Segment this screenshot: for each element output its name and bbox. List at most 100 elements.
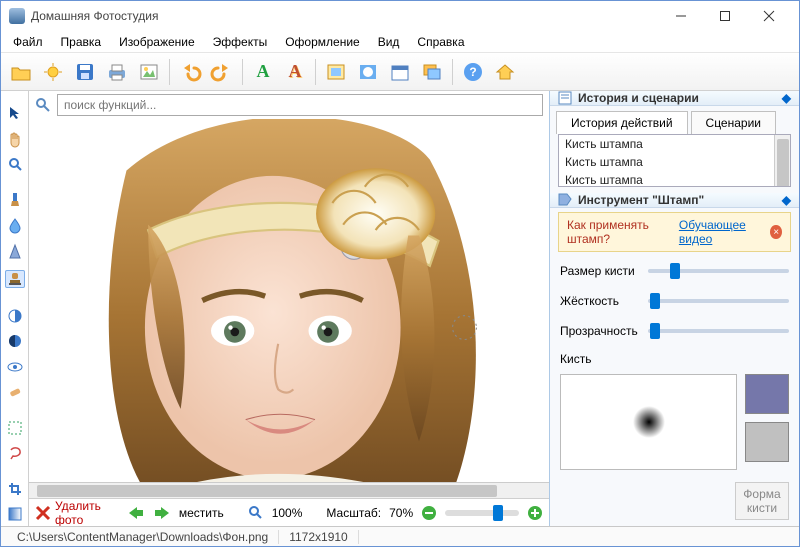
close-button[interactable]	[747, 2, 791, 30]
tool-crop[interactable]	[5, 481, 25, 497]
menu-edit[interactable]: Правка	[53, 33, 110, 51]
mask-button[interactable]	[354, 58, 382, 86]
redo-icon	[212, 62, 232, 82]
text-a-button[interactable]: A	[249, 58, 277, 86]
print-button[interactable]	[103, 58, 131, 86]
save-button[interactable]	[71, 58, 99, 86]
half-circle-icon	[8, 309, 22, 323]
printer-icon	[106, 62, 128, 82]
fit-button[interactable]	[248, 502, 264, 524]
history-list[interactable]: Кисть штампаКисть штампаКисть штампаКист…	[558, 134, 791, 187]
menu-effects[interactable]: Эффекты	[205, 33, 276, 51]
minimize-button[interactable]	[659, 2, 703, 30]
right-panel: История и сценарии ◆ История действий Сц…	[549, 91, 799, 526]
photo-button[interactable]	[135, 58, 163, 86]
tool-sharpen[interactable]	[5, 244, 25, 260]
tool-burn[interactable]	[5, 334, 25, 350]
search-input[interactable]	[57, 94, 543, 116]
tool-patch[interactable]	[5, 385, 25, 401]
history-title: История и сценарии	[578, 91, 699, 105]
calendar-icon	[390, 62, 410, 82]
brightness-button[interactable]	[39, 58, 67, 86]
hardness-label: Жёсткость	[560, 294, 640, 308]
menu-help[interactable]: Справка	[409, 33, 472, 51]
history-scrollbar[interactable]	[774, 135, 790, 186]
undo-button[interactable]	[176, 58, 204, 86]
opacity-slider[interactable]	[648, 329, 789, 333]
tool-select-rect[interactable]	[5, 420, 25, 436]
tool-brush[interactable]	[5, 192, 25, 208]
horizontal-scrollbar[interactable]	[29, 482, 549, 498]
menu-image[interactable]: Изображение	[111, 33, 203, 51]
menu-design[interactable]: Оформление	[277, 33, 367, 51]
size-slider[interactable]	[648, 269, 789, 273]
redo-button[interactable]	[208, 58, 236, 86]
status-dimensions: 1172x1910	[279, 530, 359, 544]
open-button[interactable]	[7, 58, 35, 86]
tool-select-free[interactable]	[5, 446, 25, 462]
help-button[interactable]: ?	[459, 58, 487, 86]
scroll-icon	[558, 91, 572, 105]
hint-close-button[interactable]: ×	[770, 225, 782, 239]
brush-dot-icon	[624, 397, 674, 447]
search-icon	[35, 97, 51, 113]
arrow-left-icon	[127, 506, 145, 520]
color-secondary[interactable]	[745, 422, 789, 462]
delete-photo-button[interactable]: Удалить фото	[35, 499, 101, 527]
tool-gradient[interactable]	[5, 507, 25, 523]
tool-eye[interactable]	[5, 359, 25, 375]
zoom-in-button[interactable]	[527, 502, 543, 524]
tool-dodge[interactable]	[5, 308, 25, 324]
tool-droplet[interactable]	[5, 218, 25, 234]
tool-hand[interactable]	[5, 131, 25, 147]
x-icon	[35, 505, 51, 521]
help-icon: ?	[463, 62, 483, 82]
sun-icon	[43, 62, 63, 82]
pin-button[interactable]: ◆	[782, 91, 791, 105]
picture-icon	[139, 62, 159, 82]
hardness-slider[interactable]	[648, 299, 789, 303]
separator	[169, 59, 170, 85]
styled-a-icon: A	[289, 61, 302, 82]
text-style-button[interactable]: A	[281, 58, 309, 86]
history-item[interactable]: Кисть штампа	[559, 135, 790, 153]
tool-pointer[interactable]	[5, 105, 25, 121]
collage-button[interactable]	[418, 58, 446, 86]
menu-file[interactable]: Файл	[5, 33, 51, 51]
canvas[interactable]	[29, 119, 549, 482]
photo-illustration	[29, 119, 549, 482]
stamp-icon	[8, 271, 22, 287]
brush-preview[interactable]	[560, 374, 737, 470]
hint-link[interactable]: Обучающее видео	[679, 218, 765, 246]
zoom-out-button[interactable]	[421, 502, 437, 524]
next-button[interactable]	[153, 502, 171, 524]
color-primary[interactable]	[745, 374, 789, 414]
tool-stamp[interactable]	[5, 270, 25, 288]
history-item[interactable]: Кисть штампа	[559, 153, 790, 171]
menu-view[interactable]: Вид	[370, 33, 408, 51]
eye-icon	[7, 361, 23, 373]
crop-icon	[8, 482, 22, 496]
home-button[interactable]	[491, 58, 519, 86]
pin-button-2[interactable]: ◆	[782, 193, 791, 207]
tab-scenarios[interactable]: Сценарии	[691, 111, 776, 134]
tool-zoom[interactable]	[5, 157, 25, 173]
minus-circle-icon	[421, 505, 437, 521]
floppy-icon	[75, 62, 95, 82]
frame-button[interactable]	[322, 58, 350, 86]
prev-button[interactable]	[127, 502, 145, 524]
history-panel-header: История и сценарии ◆	[550, 91, 799, 106]
svg-text:?: ?	[469, 65, 476, 79]
history-item[interactable]: Кисть штампа	[559, 171, 790, 187]
zoom-slider[interactable]	[445, 510, 519, 516]
search-row	[29, 91, 549, 119]
scale-value: 70%	[389, 506, 413, 520]
maximize-button[interactable]	[703, 2, 747, 30]
hint-bar: Как применять штамп? Обучающее видео ×	[558, 212, 791, 252]
droplet-icon	[8, 218, 22, 234]
calendar-button[interactable]	[386, 58, 414, 86]
brush-shape-button[interactable]: Форма кисти	[735, 482, 789, 520]
dark-circle-icon	[8, 334, 22, 348]
tab-history[interactable]: История действий	[556, 111, 688, 134]
frame-icon	[326, 62, 346, 82]
